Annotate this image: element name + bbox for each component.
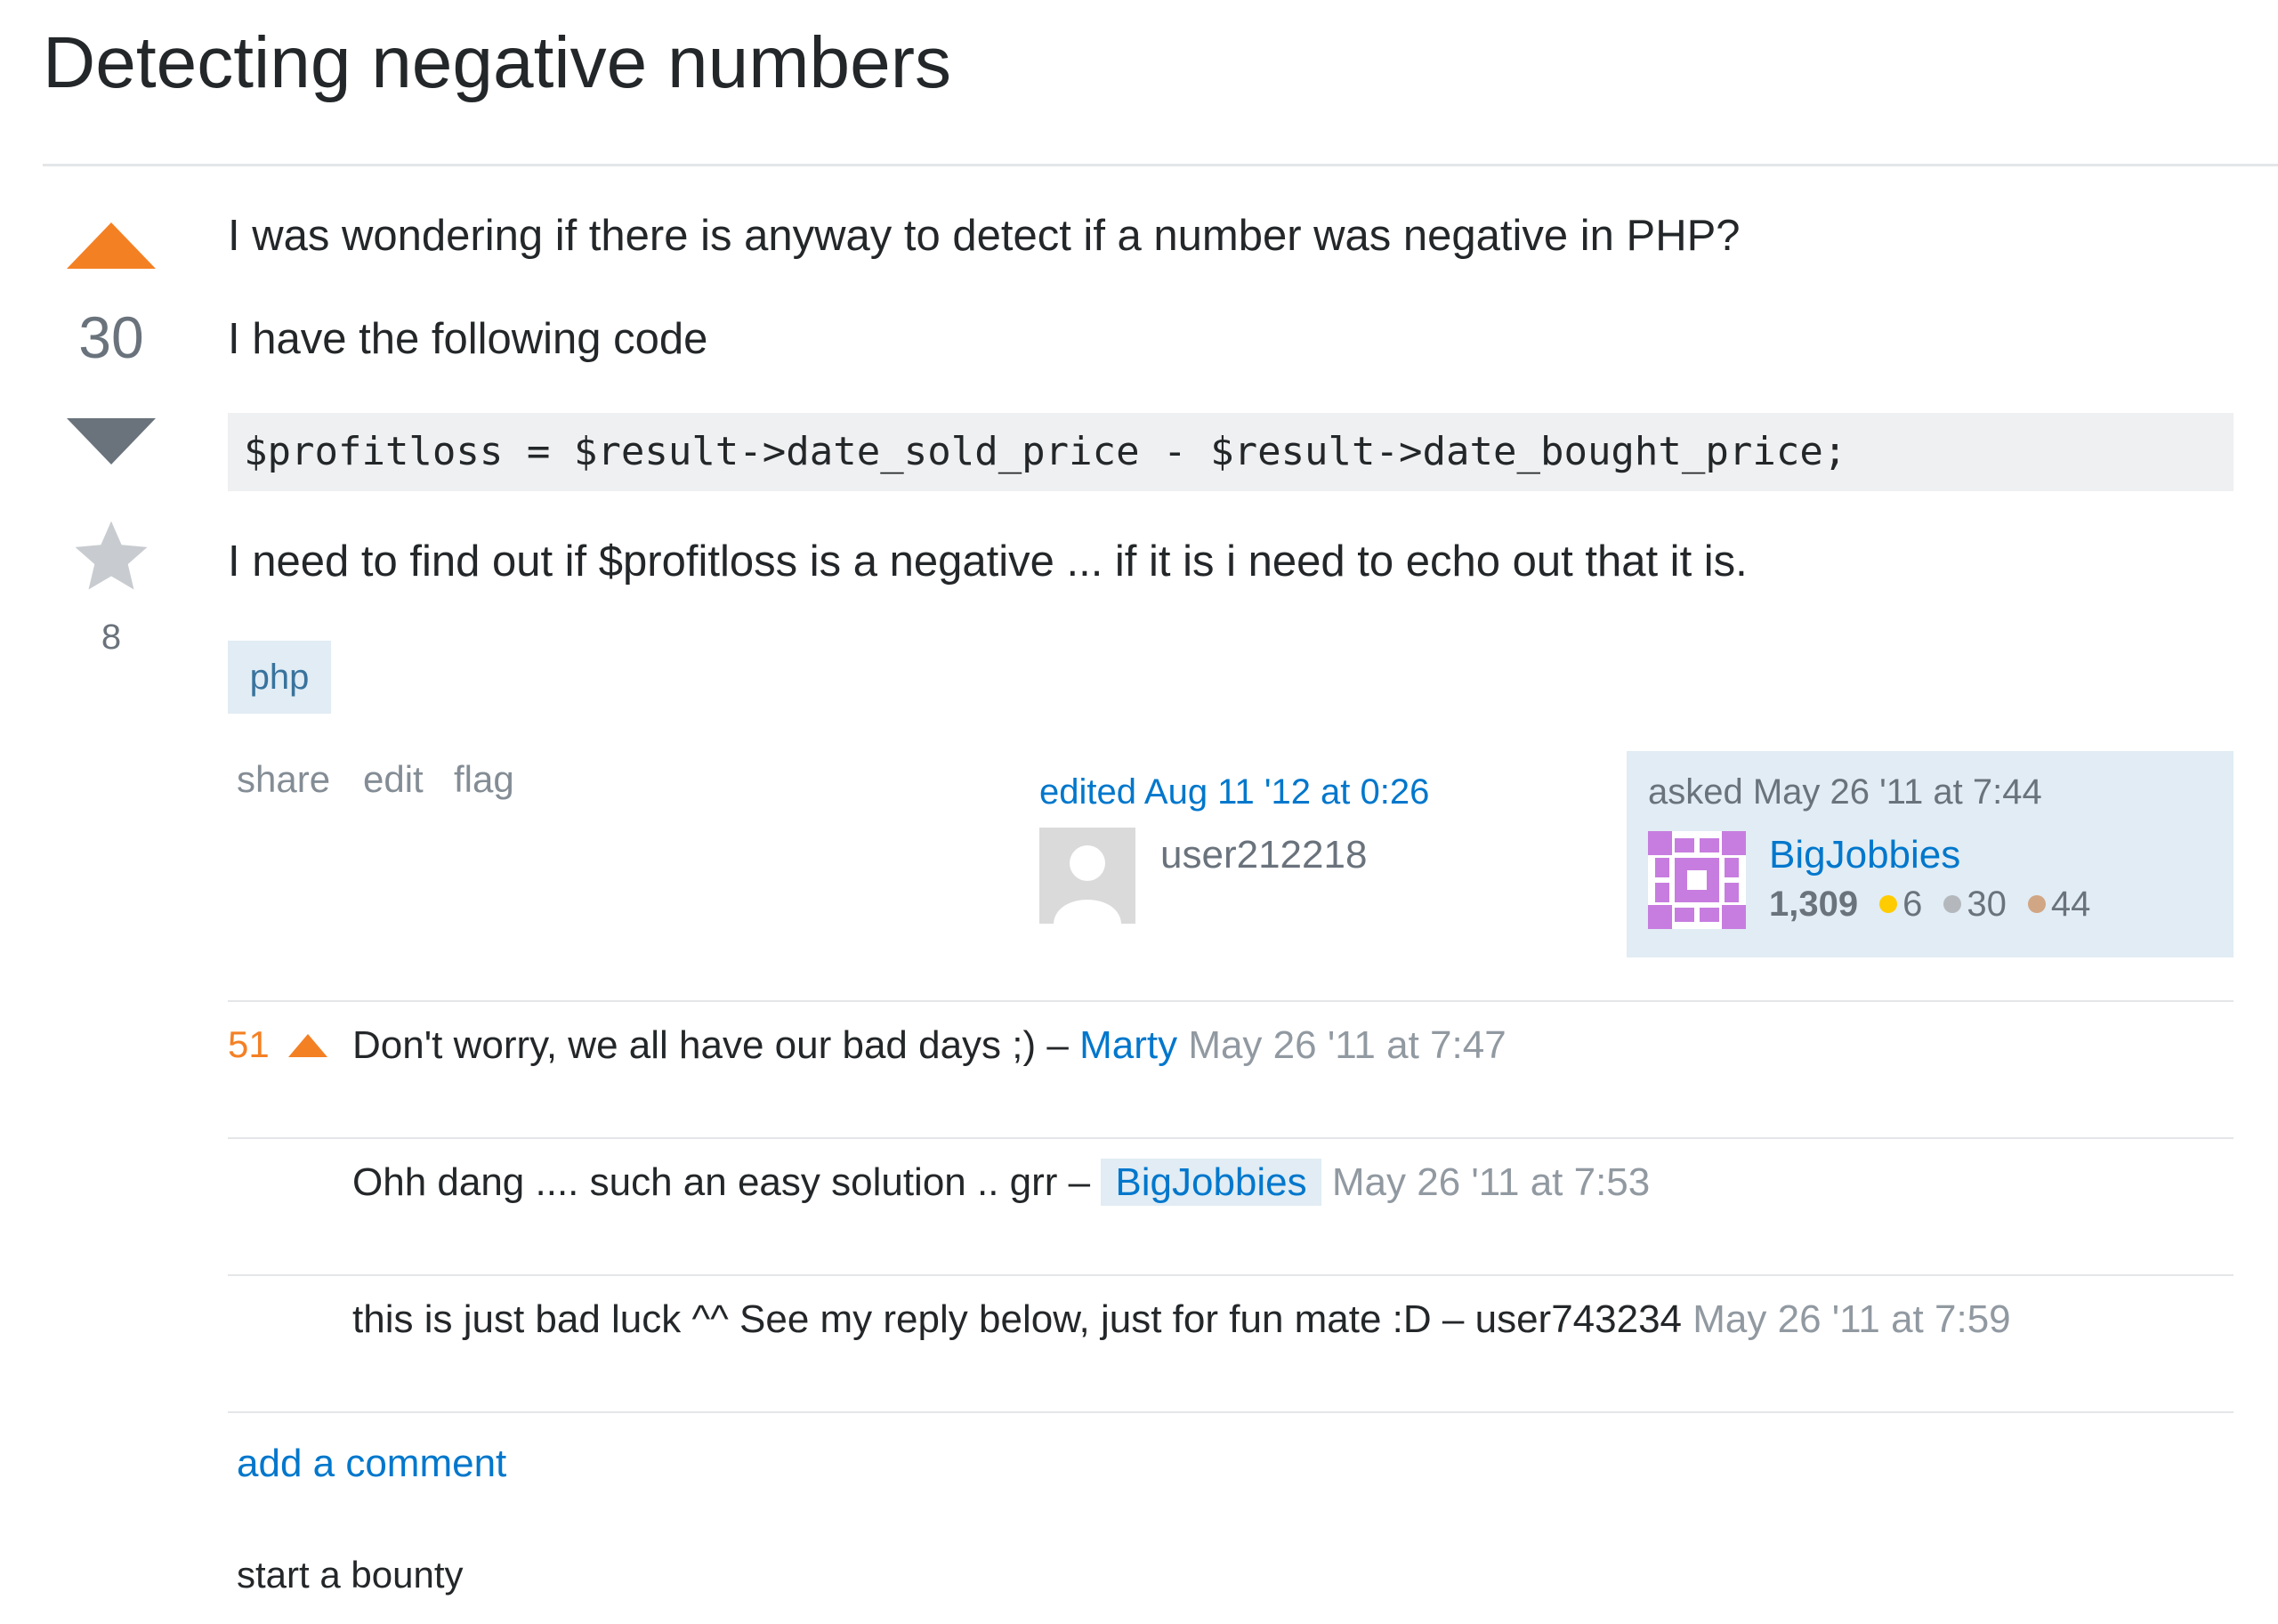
favorite-count: 8 <box>101 618 122 657</box>
gold-badge-count: 6 <box>1902 885 1923 924</box>
asked-timestamp: asked May 26 '11 at 7:44 <box>1648 772 2042 812</box>
owner-stats: 1,309 6 30 44 <box>1769 885 2108 925</box>
gold-badge-icon <box>1879 895 1898 914</box>
title-divider <box>43 164 2278 166</box>
share-link[interactable]: share <box>237 758 330 801</box>
tag-php[interactable]: php <box>228 641 331 714</box>
reputation-score: 1,309 <box>1769 885 1859 924</box>
comment-body: Don't worry, we all have our bad days ;)… <box>352 1023 1507 1068</box>
question-paragraph: I need to find out if $profitloss is a n… <box>228 537 1748 586</box>
edited-timestamp-link[interactable]: edited Aug 11 '12 at 0:26 <box>1039 772 1429 812</box>
comment-date[interactable]: May 26 '11 at 7:59 <box>1692 1297 2010 1341</box>
silver-badge-count: 30 <box>1967 885 2007 924</box>
vote-count: 30 <box>78 304 144 370</box>
comment-user-link[interactable]: BigJobbies <box>1101 1159 1321 1206</box>
upvote-icon[interactable] <box>67 222 156 269</box>
comment-date[interactable]: May 26 '11 at 7:47 <box>1188 1023 1506 1067</box>
downvote-icon[interactable] <box>67 418 156 465</box>
add-comment-link[interactable]: add a comment <box>237 1442 506 1486</box>
comment-text: Don't worry, we all have our bad days ;)… <box>352 1023 1080 1067</box>
default-avatar-icon[interactable] <box>1039 828 1135 924</box>
owner-card: asked May 26 '11 at 7:44 BigJobbies 1,30… <box>1627 751 2234 957</box>
editor-user-name[interactable]: user212218 <box>1160 833 1367 877</box>
favorite-star-icon[interactable] <box>71 516 151 596</box>
comment-text: this is just bad luck ^^ See my reply be… <box>352 1297 1475 1341</box>
comment-divider <box>228 1137 2234 1139</box>
comment-date[interactable]: May 26 '11 at 7:53 <box>1332 1160 1650 1204</box>
comment-body: this is just bad luck ^^ See my reply be… <box>352 1297 2011 1342</box>
comment-text: Ohh dang .... such an easy solution .. g… <box>352 1160 1102 1204</box>
flag-link[interactable]: flag <box>454 758 514 801</box>
comment: Ohh dang .... such an easy solution .. g… <box>228 1159 2234 1249</box>
question-paragraph: I was wondering if there is anyway to de… <box>228 212 1741 260</box>
comment-score: 51 <box>228 1023 270 1065</box>
bronze-badge-icon <box>2027 895 2046 914</box>
question-paragraph: I have the following code <box>228 315 708 363</box>
comment-user-link[interactable]: Marty <box>1079 1023 1177 1067</box>
owner-user-name[interactable]: BigJobbies <box>1769 833 1960 877</box>
comment: this is just bad luck ^^ See my reply be… <box>228 1297 2234 1386</box>
code-block: $profitloss = $result->date_sold_price -… <box>228 413 2234 491</box>
comment-divider <box>228 1274 2234 1276</box>
edit-link[interactable]: edit <box>363 758 424 801</box>
question-title[interactable]: Detecting negative numbers <box>43 20 951 107</box>
comment: 51 Don't worry, we all have our bad days… <box>228 1023 2234 1112</box>
start-bounty-link[interactable]: start a bounty <box>237 1554 463 1596</box>
bronze-badge-count: 44 <box>2050 885 2091 924</box>
identicon-avatar[interactable] <box>1648 831 1746 929</box>
comment-divider <box>228 1000 2234 1002</box>
comment-user-link[interactable]: user743234 <box>1475 1297 1682 1341</box>
comment-upvote-icon[interactable] <box>288 1034 327 1057</box>
comment-body: Ohh dang .... such an easy solution .. g… <box>352 1159 1650 1206</box>
silver-badge-icon <box>1943 895 1962 914</box>
comment-divider <box>228 1411 2234 1413</box>
